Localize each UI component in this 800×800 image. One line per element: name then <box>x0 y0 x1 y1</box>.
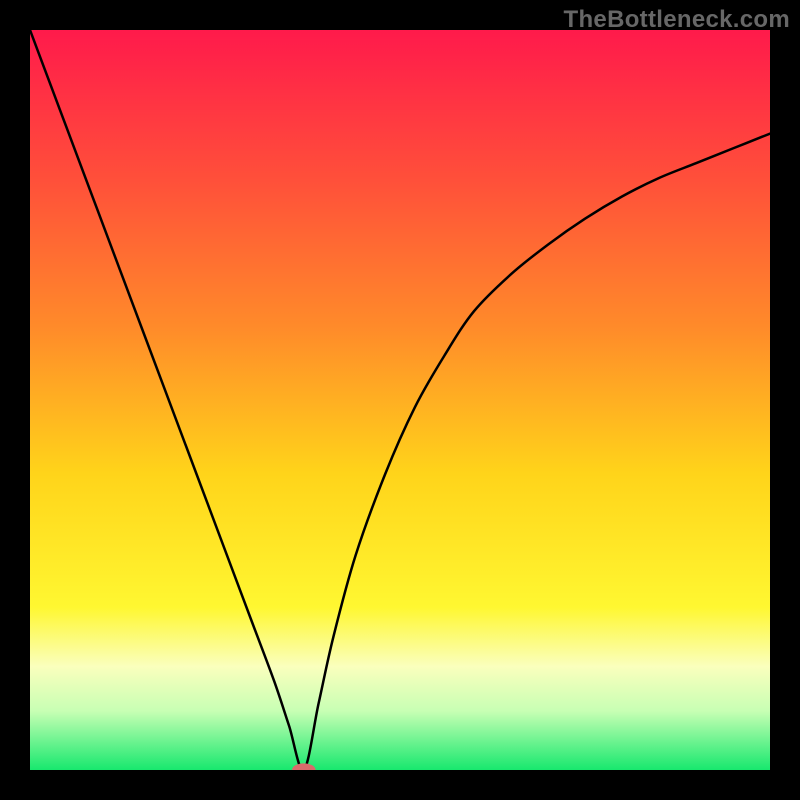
gradient-background <box>30 30 770 770</box>
watermark-text: TheBottleneck.com <box>564 6 790 34</box>
plot-area <box>30 30 770 770</box>
chart-frame: TheBottleneck.com <box>0 0 800 800</box>
bottleneck-chart <box>30 30 770 770</box>
